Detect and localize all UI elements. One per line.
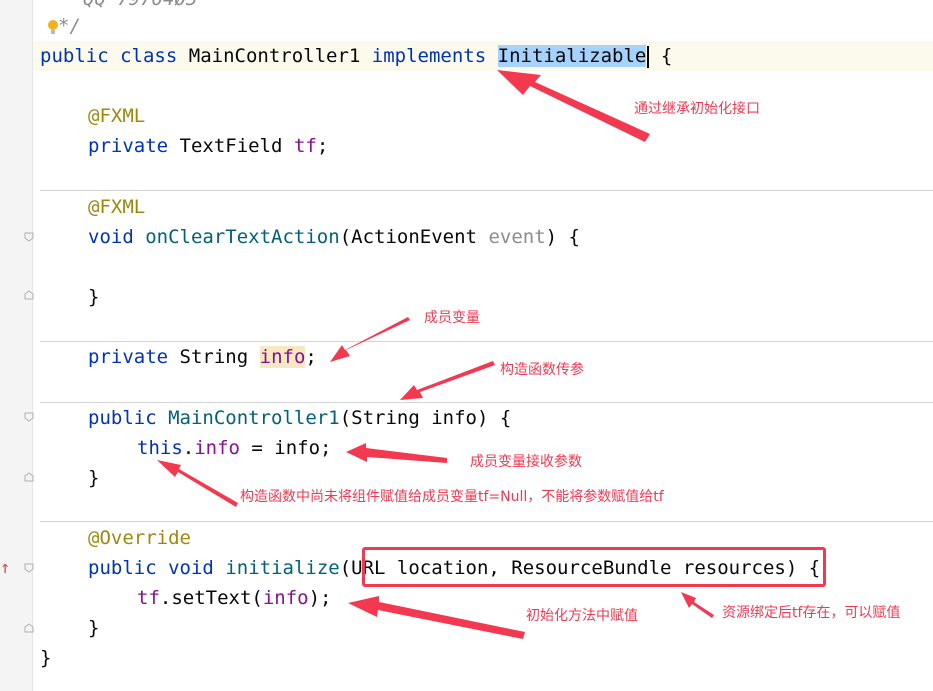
arrow-4 (346, 443, 447, 463)
annotation-note: 通过继承初始化接口 (634, 101, 760, 117)
annotation-note: 构造函数中尚未将组件赋值给成员变量tf=Null，不能将参数赋值给tf (240, 489, 664, 505)
annotation-note: 初始化方法中赋值 (526, 608, 638, 624)
annotation-note: 构造函数传参 (500, 362, 584, 378)
arrow-3 (400, 361, 495, 400)
annotation-note: 资源绑定后tf存在，可以赋值 (722, 605, 901, 621)
arrow-7 (681, 592, 714, 618)
arrow-5 (157, 460, 238, 507)
annotation-note: 成员变量接收参数 (470, 454, 582, 470)
arrow-1 (497, 70, 650, 142)
arrow-2 (330, 317, 410, 362)
annotation-note: 成员变量 (424, 310, 480, 326)
annotation-arrows (157, 70, 714, 639)
arrow-6 (348, 596, 525, 639)
